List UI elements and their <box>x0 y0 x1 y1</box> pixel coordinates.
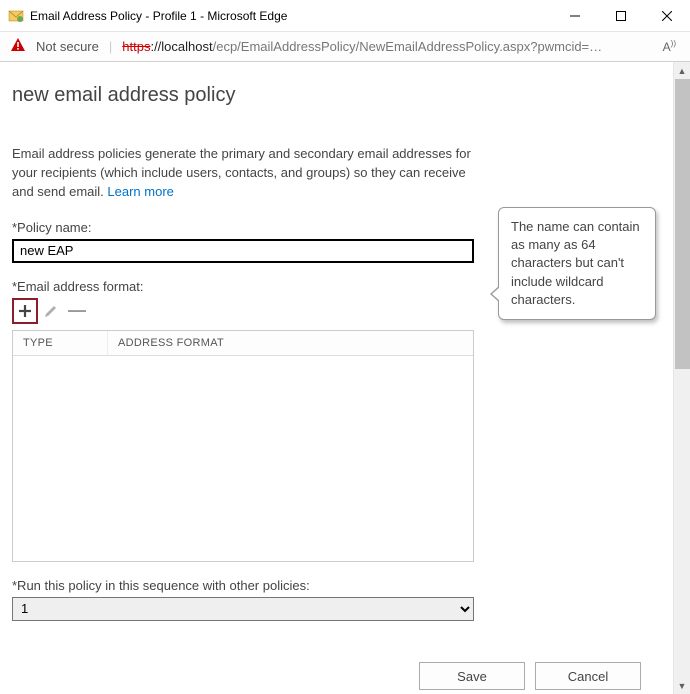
maximize-button[interactable] <box>598 0 644 32</box>
scroll-up-arrow[interactable]: ▲ <box>674 62 690 79</box>
format-grid: TYPE ADDRESS FORMAT <box>12 330 474 562</box>
save-button[interactable]: Save <box>419 662 525 690</box>
address-bar: Not secure | https://localhost/ecp/Email… <box>0 32 690 62</box>
sequence-label: *Run this policy in this sequence with o… <box>12 578 657 593</box>
page-title: new email address policy <box>12 84 657 107</box>
read-aloud-icon[interactable]: A)) <box>659 39 680 54</box>
scroll-down-arrow[interactable]: ▼ <box>674 677 690 694</box>
sequence-section: *Run this policy in this sequence with o… <box>12 578 657 621</box>
close-button[interactable] <box>644 0 690 32</box>
window-controls <box>552 0 690 32</box>
app-icon <box>8 8 24 24</box>
vertical-scrollbar[interactable]: ▲ ▼ <box>673 62 690 694</box>
pencil-icon <box>43 303 59 319</box>
cancel-button[interactable]: Cancel <box>535 662 641 690</box>
add-button[interactable] <box>12 298 38 324</box>
page-content: new email address policy Email address p… <box>0 62 673 694</box>
security-warning-icon[interactable] <box>10 37 26 56</box>
plus-icon <box>17 303 33 319</box>
security-text[interactable]: Not secure <box>36 39 99 54</box>
edit-button[interactable] <box>38 298 64 324</box>
grid-header: TYPE ADDRESS FORMAT <box>13 331 473 356</box>
dialog-footer: Save Cancel <box>419 662 641 690</box>
url-display[interactable]: https://localhost/ecp/EmailAddressPolicy… <box>122 39 648 54</box>
grid-body[interactable] <box>13 356 473 561</box>
column-type[interactable]: TYPE <box>13 331 108 355</box>
column-format[interactable]: ADDRESS FORMAT <box>108 331 473 355</box>
window-title: Email Address Policy - Profile 1 - Micro… <box>30 9 552 23</box>
learn-more-link[interactable]: Learn more <box>107 184 173 199</box>
sequence-select[interactable]: 1 <box>12 597 474 621</box>
policy-name-tooltip: The name can contain as many as 64 chara… <box>498 207 656 320</box>
intro-text: Email address policies generate the prim… <box>12 145 482 202</box>
email-format-section: *Email address format: — TYPE ADDRESS FO… <box>12 279 657 562</box>
scroll-thumb[interactable] <box>675 79 690 369</box>
minus-icon: — <box>68 300 86 321</box>
policy-name-input[interactable] <box>12 239 474 263</box>
remove-button[interactable]: — <box>64 298 90 324</box>
minimize-button[interactable] <box>552 0 598 32</box>
window-titlebar: Email Address Policy - Profile 1 - Micro… <box>0 0 690 32</box>
